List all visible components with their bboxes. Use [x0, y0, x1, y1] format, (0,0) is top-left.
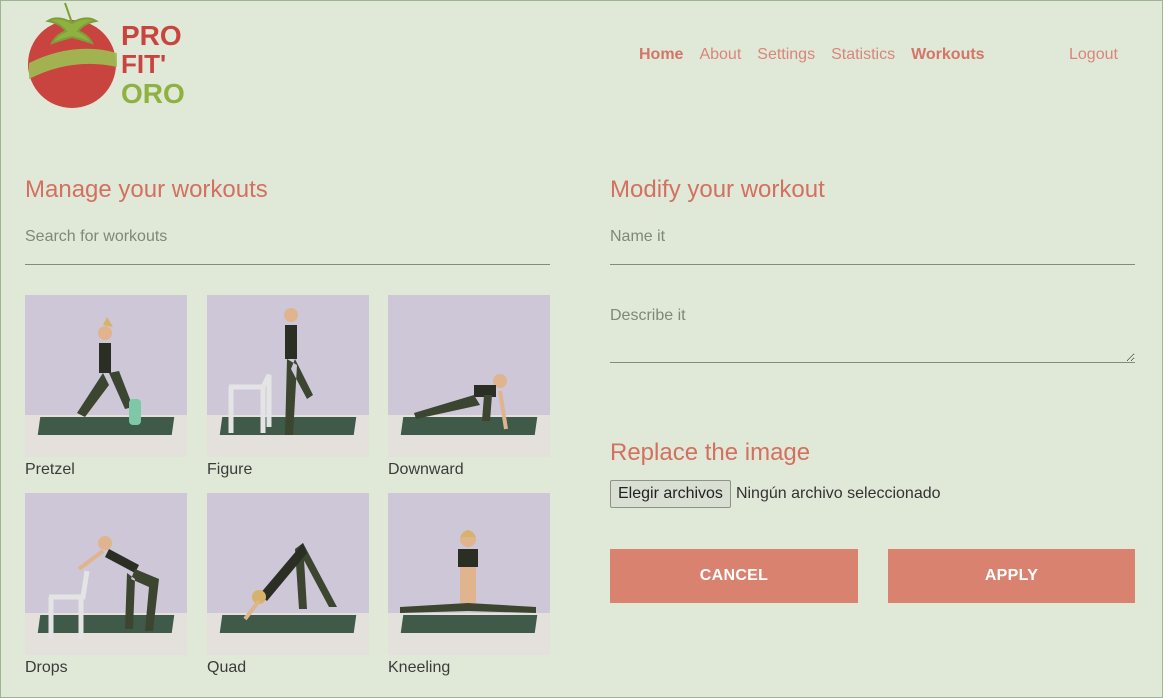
workout-label: Kneeling	[388, 659, 451, 676]
workout-label: Quad	[207, 659, 247, 676]
workout-card-pretzel[interactable]: Pretzel	[25, 295, 187, 479]
straddle-sit-icon	[400, 530, 536, 613]
lunge-low-icon	[414, 374, 508, 430]
workout-label: Drops	[25, 659, 68, 676]
main-nav: Home About Settings Statistics Workouts	[639, 46, 985, 64]
workout-image	[25, 295, 187, 457]
nav-about[interactable]: About	[699, 46, 741, 64]
logo-text-pro: PRO	[121, 20, 182, 51]
workout-card-figure[interactable]: Figure	[207, 295, 369, 479]
downward-dog-icon	[243, 543, 337, 621]
workout-label: Figure	[207, 461, 253, 478]
replace-image-title: Replace the image	[610, 439, 811, 466]
workout-card-quad[interactable]: Quad	[207, 493, 369, 677]
workout-label: Downward	[388, 461, 464, 478]
nav-workouts[interactable]: Workouts	[911, 46, 984, 64]
workout-image	[388, 295, 550, 457]
nav-statistics[interactable]: Statistics	[831, 46, 895, 64]
cancel-button[interactable]: CANCEL	[610, 549, 858, 603]
file-upload: Elegir archivos Ningún archivo seleccion…	[610, 480, 941, 508]
manage-workouts-title: Manage your workouts	[25, 176, 268, 203]
standing-quad-icon	[228, 308, 313, 435]
logout-link[interactable]: Logout	[1069, 46, 1118, 64]
workout-card-drops[interactable]: Drops	[25, 493, 187, 677]
modify-workout-title: Modify your workout	[610, 176, 825, 203]
logo-text-fit: FIT'	[121, 49, 166, 79]
workout-card-downward[interactable]: Downward	[388, 295, 550, 479]
apply-button[interactable]: APPLY	[888, 549, 1135, 603]
workout-image	[207, 493, 369, 655]
workout-card-kneeling[interactable]: Kneeling	[388, 493, 550, 677]
nav-home[interactable]: Home	[639, 46, 683, 64]
logo-text-oro: ORO	[121, 78, 185, 109]
workout-description-textarea[interactable]	[610, 304, 1135, 363]
profitoro-logo[interactable]: PRO FIT' ORO	[25, 1, 187, 113]
workout-image	[207, 295, 369, 457]
nav-settings[interactable]: Settings	[757, 46, 815, 64]
chair-bend-icon	[48, 536, 159, 639]
choose-file-button[interactable]: Elegir archivos	[610, 480, 731, 508]
workout-name-input[interactable]	[610, 223, 1135, 265]
search-workouts-input[interactable]	[25, 223, 550, 265]
workout-label: Pretzel	[25, 461, 75, 478]
workout-image	[25, 493, 187, 655]
kneel-lunge-icon	[77, 317, 141, 425]
workout-image	[388, 493, 550, 655]
file-status-text: Ningún archivo seleccionado	[735, 485, 941, 502]
